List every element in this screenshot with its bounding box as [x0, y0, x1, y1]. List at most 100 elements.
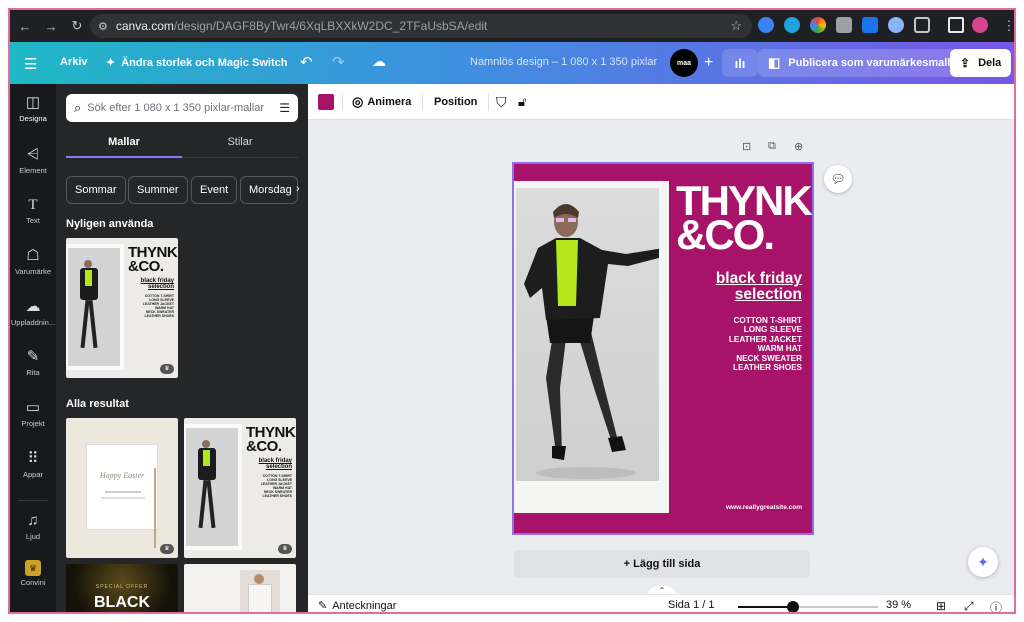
browser-menu-icon[interactable]: ⋮: [998, 15, 1015, 37]
rail-item-text[interactable]: T Text: [10, 196, 56, 225]
rail-item-elements[interactable]: ⩤ Element: [10, 146, 56, 175]
tab-templates[interactable]: Mallar: [66, 136, 182, 148]
tab-styles[interactable]: Stilar: [182, 136, 298, 148]
rail-item-apps[interactable]: ⠿ Appar: [10, 450, 56, 479]
thumb-photo-frame: [184, 424, 242, 550]
filter-chip-morsdag[interactable]: Morsdag: [240, 176, 298, 204]
animate-label: Animera: [367, 96, 412, 108]
lock-icon[interactable]: 🔓︎: [518, 84, 526, 120]
zoom-percentage[interactable]: 39 %: [886, 599, 911, 611]
add-collaborator-icon[interactable]: +: [704, 54, 713, 72]
side-panel-icon[interactable]: [948, 17, 964, 33]
comment-plus-icon: 💬︎: [830, 172, 846, 186]
extension-icon[interactable]: [758, 17, 774, 33]
filter-chip-sommar[interactable]: Sommar: [66, 176, 126, 204]
rail-item-label: Text: [26, 216, 40, 225]
template-thumbnail[interactable]: SPECIAL OFFER BLACK: [66, 564, 178, 612]
rail-item-label: Designa: [19, 114, 47, 123]
chevron-right-icon[interactable]: ›: [296, 183, 300, 195]
design-page[interactable]: THYNK &CO. black friday selection COTTON T…: [512, 162, 814, 535]
rail-item-design[interactable]: ◫ Designa: [10, 94, 56, 123]
document-title[interactable]: Namnlös design – 1 080 x 1 350 pixlar: [470, 56, 657, 68]
help-icon[interactable]: ⓘ: [990, 599, 1002, 612]
profile-avatar[interactable]: [972, 17, 988, 33]
add-page-button[interactable]: + Lägg till sida: [514, 550, 810, 578]
rail-item-draw[interactable]: ✎ Rita: [10, 348, 56, 377]
filter-chip-event[interactable]: Event: [191, 176, 238, 204]
hamburger-menu-icon[interactable]: ☰: [24, 55, 37, 73]
black-friday-heading[interactable]: black friday selection: [716, 271, 802, 302]
color-swatch-button[interactable]: [318, 84, 334, 120]
extension-icon[interactable]: [862, 17, 878, 33]
rail-item-projects[interactable]: ▭ Projekt: [10, 399, 56, 428]
zoom-slider-knob[interactable]: [786, 601, 799, 612]
paint-format-icon[interactable]: ⛉: [496, 84, 507, 120]
website-text[interactable]: www.reallygreatsite.com: [726, 504, 802, 511]
filter-sliders-icon[interactable]: ☰: [279, 101, 290, 115]
publish-brand-template-button[interactable]: ◧ Publicera som varumärkesmall: [758, 49, 961, 77]
user-avatar[interactable]: maa: [670, 49, 698, 77]
active-tab-indicator: [66, 156, 182, 158]
site-info-icon[interactable]: ⚙: [98, 20, 108, 33]
extensions-puzzle-icon[interactable]: [914, 17, 930, 33]
back-icon[interactable]: ←: [14, 15, 36, 37]
undo-icon[interactable]: ↶: [300, 53, 313, 71]
forward-icon[interactable]: →: [40, 15, 62, 37]
magic-assistant-button[interactable]: ✦: [968, 547, 998, 577]
page-lock-icon[interactable]: ⊡: [742, 140, 751, 153]
thumb-list-item: LEATHER SHOES: [262, 494, 293, 499]
address-bar[interactable]: ⚙ canva.com/design/DAGF8ByTwr4/6XqLBXXkW…: [90, 14, 752, 38]
cloud-saved-icon[interactable]: ☁: [372, 53, 386, 70]
extension-icon[interactable]: [888, 17, 904, 33]
template-search-input[interactable]: ⌕ Sök efter 1 080 x 1 350 pixlar-mallar …: [66, 94, 298, 122]
resize-magic-switch-button[interactable]: ✦ Ändra storlek och Magic Switch: [106, 56, 287, 70]
template-thumbnail[interactable]: THYNK &CO. black friday selection COTTON T…: [184, 418, 296, 558]
reload-icon[interactable]: ↻: [66, 15, 88, 37]
design-icon: ◫: [25, 94, 41, 111]
recent-template-thumbnail[interactable]: THYNK &CO. black friday selection COTTON T…: [66, 238, 178, 378]
zoom-slider[interactable]: [738, 601, 878, 612]
fullscreen-icon[interactable]: ⤢: [964, 599, 974, 612]
thumb-list: COTTON T-SHIRT LONG SLEEVE LEATHER JACKE…: [261, 474, 292, 498]
template-thumbnail[interactable]: Happy Easter ♛: [66, 418, 178, 558]
insights-chart-button[interactable]: ılı: [722, 49, 758, 77]
template-thumbnail[interactable]: [184, 564, 296, 612]
redo-icon[interactable]: ↷: [332, 53, 345, 71]
share-button[interactable]: ⇪ Dela: [950, 49, 1012, 77]
add-comment-button[interactable]: 💬︎: [824, 165, 852, 193]
animate-button[interactable]: ◎ Animera: [352, 84, 411, 120]
model-photo[interactable]: [516, 188, 659, 481]
url-path: /design/DAGF8ByTwr4/6XqLBXXkW2DC_2TFaUsb…: [173, 19, 488, 33]
notes-icon: ✎: [318, 600, 328, 612]
rail-item-audio[interactable]: ♫ Ljud: [10, 512, 56, 541]
notes-button[interactable]: ✎ Anteckningar: [318, 599, 396, 613]
extension-icon[interactable]: [836, 17, 852, 33]
filter-chip-summer[interactable]: Summer: [128, 176, 188, 204]
duplicate-page-icon[interactable]: ⧉: [768, 140, 776, 153]
brand-logo[interactable]: THYNK &CO.: [676, 180, 812, 256]
add-page-icon[interactable]: ⊕: [794, 140, 803, 153]
rail-item-brand[interactable]: ☖ Varumärke: [10, 247, 56, 276]
thumb-model-head: [202, 440, 210, 448]
rail-item-convini[interactable]: ♛ Convini: [10, 560, 56, 587]
templates-panel: ⌕ Sök efter 1 080 x 1 350 pixlar-mallar …: [56, 84, 308, 612]
bookmark-star-icon[interactable]: ☆: [730, 18, 742, 34]
file-menu-button[interactable]: Arkiv: [60, 56, 88, 68]
extension-icon[interactable]: [810, 17, 826, 33]
extension-icon[interactable]: [784, 17, 800, 33]
thumb-model-top: [203, 450, 210, 466]
thumb-offer-text: SPECIAL OFFER: [95, 584, 149, 590]
product-list[interactable]: COTTON T-SHIRT LONG SLEEVE LEATHER JACKE…: [729, 316, 802, 373]
grid-view-icon[interactable]: ⊞: [936, 599, 946, 612]
product-item: LONG SLEEVE: [743, 325, 802, 335]
position-button[interactable]: Position: [434, 84, 477, 120]
thumb-black-text: BLACK: [94, 594, 150, 611]
rail-item-uploads[interactable]: ☁ Uppladdnin...: [10, 298, 56, 327]
thumb-photo: [68, 248, 120, 366]
page-indicator[interactable]: Sida 1 / 1: [668, 599, 714, 611]
rail-item-label: Ljud: [25, 532, 41, 541]
card-frame: Happy Easter: [86, 444, 158, 530]
thumb-model-head: [84, 260, 92, 268]
thumb-subtitle: black friday selection: [141, 278, 174, 290]
photo-frame[interactable]: [514, 181, 669, 513]
